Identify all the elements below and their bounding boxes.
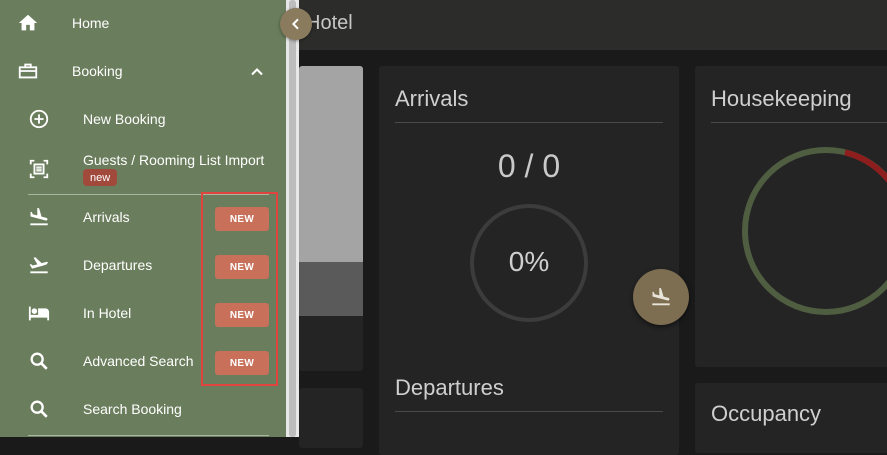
new-badge: NEW bbox=[215, 255, 269, 279]
sidebar-item-advanced-search[interactable]: Advanced Search NEW bbox=[0, 338, 286, 386]
sidebar-item-search-booking[interactable]: Search Booking bbox=[0, 386, 286, 434]
scan-document-icon bbox=[27, 157, 51, 181]
sidebar-scrollbar[interactable] bbox=[286, 0, 299, 437]
arrivals-card-divider bbox=[395, 122, 663, 123]
sidebar-item-home[interactable]: Home bbox=[0, 0, 286, 48]
arrivals-percent: 0% bbox=[508, 246, 550, 277]
top-bar bbox=[299, 0, 887, 50]
sidebar-item-departures[interactable]: Departures NEW bbox=[0, 242, 286, 290]
departures-card-divider bbox=[395, 411, 663, 412]
briefcase-icon bbox=[16, 59, 40, 83]
sidebar-item-label: Departures bbox=[83, 257, 153, 273]
page-title: Hotel bbox=[306, 12, 353, 34]
card-image-dark bbox=[299, 262, 363, 316]
sidebar-item-booking[interactable]: Booking bbox=[0, 48, 286, 96]
bed-icon bbox=[27, 301, 51, 325]
summary-card-left-lower bbox=[299, 388, 363, 448]
arrivals-card-title: Arrivals bbox=[395, 86, 469, 111]
sidebar-item-arrivals[interactable]: Arrivals NEW bbox=[0, 194, 286, 242]
sidebar-item-guests-import[interactable]: Guests / Rooming List Import bbox=[0, 144, 286, 194]
sidebar-item-label: Arrivals bbox=[83, 209, 130, 225]
housekeeping-card-divider bbox=[711, 122, 887, 123]
sidebar-item-new-booking[interactable]: New Booking bbox=[0, 96, 286, 144]
search-icon bbox=[27, 349, 51, 373]
arrivals-fab-button[interactable] bbox=[633, 269, 689, 325]
arrivals-card[interactable]: Arrivals 0 / 0 0% bbox=[379, 66, 679, 371]
flight-takeoff-icon bbox=[27, 253, 51, 277]
search-icon bbox=[27, 397, 51, 421]
departures-card[interactable]: Departures bbox=[379, 355, 679, 455]
housekeeping-card[interactable]: Housekeeping bbox=[695, 66, 887, 367]
occupancy-card[interactable]: Occupancy bbox=[695, 383, 887, 453]
sidebar-item-label: New Booking bbox=[83, 111, 166, 127]
sidebar: Home Booking New Booking Guests / Roomin… bbox=[0, 0, 286, 437]
sidebar-item-in-hotel[interactable]: In Hotel NEW bbox=[0, 290, 286, 338]
add-circle-icon bbox=[27, 107, 51, 131]
sidebar-item-label: In Hotel bbox=[83, 305, 132, 321]
departures-card-title: Departures bbox=[395, 375, 504, 400]
sidebar-item-label: Booking bbox=[72, 63, 123, 79]
scrollbar-thumb[interactable] bbox=[289, 0, 296, 437]
card-image-light bbox=[299, 66, 363, 262]
arrivals-count: 0 / 0 bbox=[497, 148, 561, 184]
summary-card-left bbox=[299, 66, 363, 371]
flight-land-icon bbox=[27, 205, 51, 229]
collapse-sidebar-button[interactable] bbox=[280, 8, 312, 40]
sidebar-divider bbox=[28, 435, 269, 436]
home-icon bbox=[16, 11, 40, 35]
chevron-left-icon bbox=[291, 18, 299, 30]
chevron-up-icon[interactable] bbox=[247, 62, 267, 82]
flight-land-icon bbox=[652, 287, 670, 306]
sidebar-item-label: Search Booking bbox=[83, 401, 182, 417]
new-badge: NEW bbox=[215, 351, 269, 375]
housekeeping-card-title: Housekeeping bbox=[711, 86, 852, 111]
sidebar-item-label: Home bbox=[72, 15, 110, 31]
new-badge: NEW bbox=[215, 303, 269, 327]
sidebar-item-label: Guests / Rooming List Import bbox=[83, 152, 265, 168]
new-feature-pill: new bbox=[83, 169, 118, 186]
occupancy-card-title: Occupancy bbox=[711, 401, 822, 426]
new-badge: NEW bbox=[215, 207, 269, 231]
sidebar-item-label: Advanced Search bbox=[83, 353, 194, 369]
housekeeping-donut-chart bbox=[742, 147, 887, 315]
